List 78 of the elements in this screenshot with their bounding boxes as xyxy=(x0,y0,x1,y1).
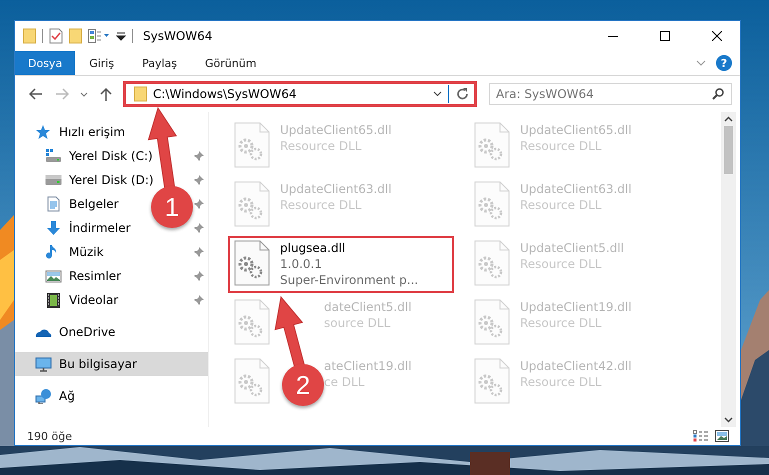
back-arrow-icon[interactable] xyxy=(29,88,43,100)
file-name: UpdateClient5.dll xyxy=(520,240,624,256)
file-name: UpdateClient65.dll xyxy=(280,122,392,138)
file-gears-icon xyxy=(234,181,270,227)
expand-ribbon-icon[interactable] xyxy=(696,60,706,66)
scroll-thumb[interactable] xyxy=(724,126,733,174)
ribbon-tab[interactable]: Görünüm xyxy=(191,51,270,75)
up-arrow-icon[interactable] xyxy=(100,87,112,101)
file-detail: 1.0.0.1 xyxy=(280,256,323,272)
sidebar-item[interactable]: OneDrive xyxy=(59,325,116,339)
file-gears-icon xyxy=(234,358,270,404)
drive-icon xyxy=(45,172,62,188)
pin-icon[interactable] xyxy=(194,199,204,209)
ribbon-tab[interactable]: Paylaş xyxy=(128,51,191,75)
pin-icon[interactable] xyxy=(194,271,204,281)
network-icon xyxy=(35,388,52,404)
details-view-icon[interactable] xyxy=(693,430,709,442)
file-gears-icon xyxy=(474,181,510,227)
scroll-down-icon[interactable] xyxy=(724,417,733,423)
star-icon xyxy=(35,124,52,140)
file-gears-icon xyxy=(234,122,270,168)
scrollbar[interactable] xyxy=(721,112,736,427)
properties-icon[interactable] xyxy=(49,28,63,44)
ribbon-tab[interactable]: Dosya xyxy=(15,51,76,75)
folder-icon xyxy=(134,86,147,102)
sidebar-item[interactable]: Videolar xyxy=(69,293,118,307)
sidebar-item[interactable]: Müzik xyxy=(69,245,104,259)
file-name: dateClient5.dll xyxy=(324,299,412,315)
search-field[interactable]: Ara: SysWOW64 xyxy=(489,83,732,105)
sidebar-item[interactable]: Ağ xyxy=(59,389,75,403)
pin-icon[interactable] xyxy=(194,247,204,257)
file-tile[interactable]: plugsea.dll 1.0.0.1 Super-Environment p... xyxy=(228,236,454,293)
pictures-icon xyxy=(45,268,62,284)
tiles-view-button[interactable] xyxy=(712,430,732,442)
customize-icon[interactable] xyxy=(116,31,126,41)
file-name: UpdateClient19.dll xyxy=(520,299,632,315)
videos-icon xyxy=(45,292,62,308)
file-name: plugsea.dll xyxy=(280,240,346,256)
pin-icon[interactable] xyxy=(194,175,204,185)
refresh-icon[interactable] xyxy=(455,86,471,102)
file-detail: Super-Environment p... xyxy=(280,272,418,288)
file-gears-icon xyxy=(234,240,270,286)
item-count: 190 öğe xyxy=(27,430,72,442)
tiles-view-icon[interactable] xyxy=(715,430,729,442)
sidebar-item[interactable]: Resimler xyxy=(69,269,122,283)
ribbon-tab[interactable]: Giriş xyxy=(75,51,128,75)
sidebar-item[interactable]: Bu bilgisayar xyxy=(59,357,137,371)
sidebar-item[interactable]: Belgeler xyxy=(69,197,119,211)
sidebar-item[interactable]: İndirmeler xyxy=(69,221,131,235)
address-bar[interactable]: C:\Windows\SysWOW64 xyxy=(123,81,477,107)
file-gears-icon xyxy=(474,299,510,345)
system-drive-icon xyxy=(45,148,62,164)
file-name: UpdateClient65.dll xyxy=(520,122,632,138)
file-gears-icon xyxy=(234,299,270,345)
file-name: UpdateClient42.dll xyxy=(520,358,632,374)
documents-icon xyxy=(45,196,62,212)
file-name: UpdateClient63.dll xyxy=(280,181,392,197)
dropdown-caret-icon[interactable] xyxy=(433,91,442,97)
computer-icon xyxy=(35,356,52,372)
close-icon[interactable] xyxy=(712,31,722,41)
file-gears-icon xyxy=(474,122,510,168)
file-gears-icon xyxy=(474,240,510,286)
pin-icon[interactable] xyxy=(194,295,204,305)
pin-icon[interactable] xyxy=(194,151,204,161)
maximize-icon[interactable] xyxy=(660,31,670,41)
file-gears-icon xyxy=(474,358,510,404)
sidebar-item[interactable]: Hızlı erişim xyxy=(59,125,126,139)
view-options-icon[interactable] xyxy=(88,29,110,43)
pin-icon[interactable] xyxy=(194,223,204,233)
download-icon xyxy=(45,220,62,236)
file-name: ateClient19.dll xyxy=(324,358,412,374)
window-title: SysWOW64 xyxy=(143,29,212,43)
sidebar-item[interactable]: Yerel Disk (D:) xyxy=(69,173,154,187)
file-name: UpdateClient63.dll xyxy=(520,181,632,197)
scroll-up-icon[interactable] xyxy=(724,116,733,122)
caret-icon[interactable] xyxy=(80,92,88,96)
sidebar-item[interactable]: Yerel Disk (C:) xyxy=(69,149,153,163)
help-button[interactable]: ? xyxy=(716,55,732,71)
